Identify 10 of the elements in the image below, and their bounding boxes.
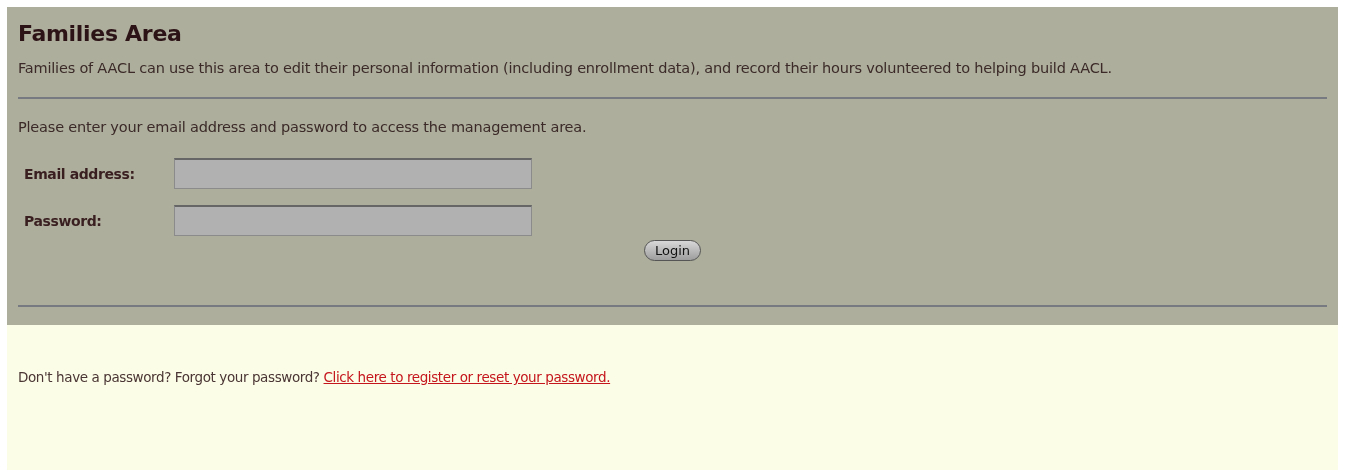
field-label: Password: bbox=[24, 212, 103, 229]
field-label: Email address: bbox=[24, 165, 136, 182]
input-field[interactable] bbox=[174, 158, 532, 189]
instruction-text: Please enter your email address and password to access the management area. bbox=[18, 119, 588, 136]
page-title: Families Area bbox=[18, 21, 183, 46]
intro-text: Families of AACL can use this area to edit their personal information (including enrollment data), and record their hours volunteered to helping build AACL. bbox=[18, 60, 1113, 77]
register-link[interactable]: Click here to register or reset your password. bbox=[323, 369, 611, 385]
footer-text: Don't have a password? Forgot your password? Click here to register or reset your password. bbox=[18, 369, 612, 385]
input-field[interactable] bbox=[174, 205, 532, 236]
login-button[interactable]: Login bbox=[644, 240, 702, 261]
